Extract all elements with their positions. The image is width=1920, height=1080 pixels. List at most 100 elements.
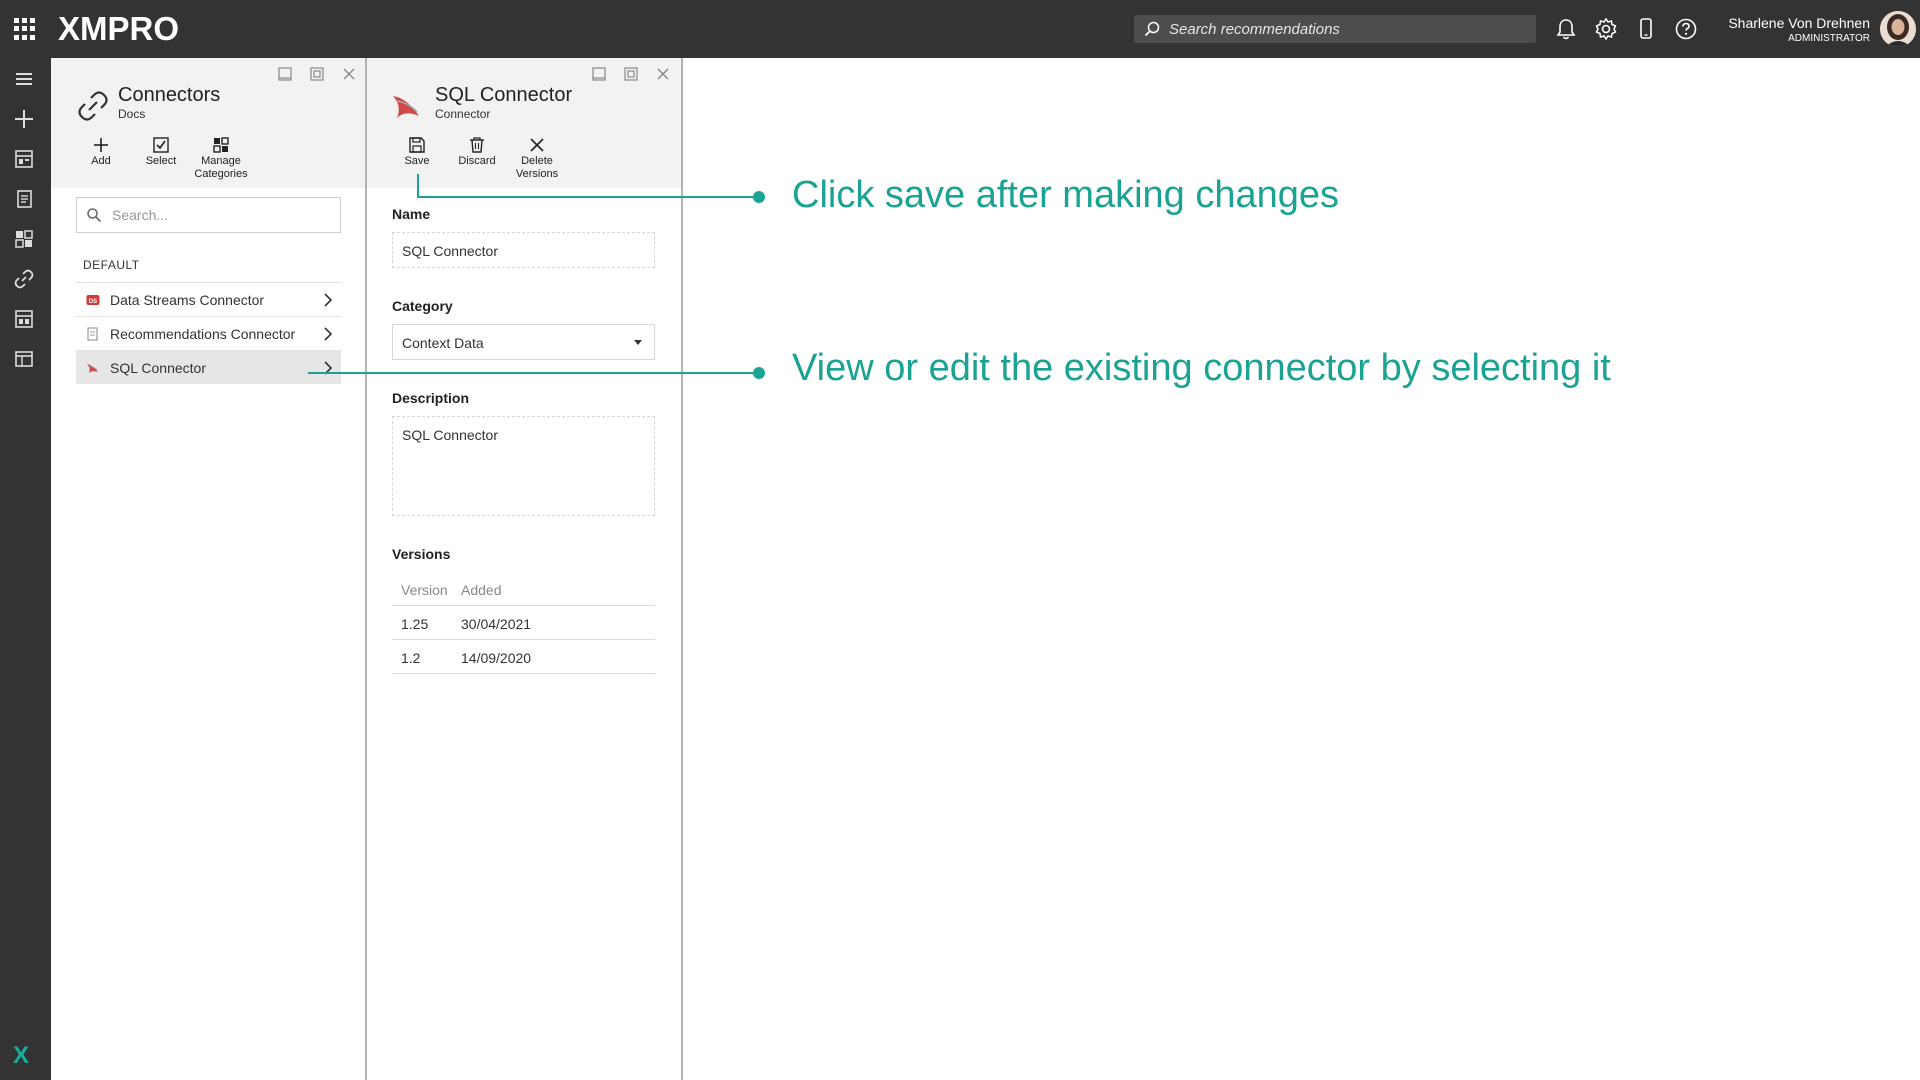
bell-icon[interactable] (1553, 16, 1579, 42)
plus-icon (94, 138, 108, 152)
app-launcher-icon[interactable] (14, 18, 36, 40)
versions-label: Versions (392, 546, 451, 562)
description-value: SQL Connector (402, 427, 498, 443)
list-item-sql-connector[interactable]: SQL Connector (76, 350, 341, 384)
search-icon (1144, 21, 1160, 37)
chevron-right-icon (324, 327, 333, 341)
select-hint-text: View or edit the existing connector by s… (792, 347, 1611, 389)
description-label: Description (392, 390, 470, 406)
svg-text:DS: DS (89, 299, 97, 305)
manage-categories-button[interactable]: Manage Categories (189, 136, 253, 181)
connector-detail-panel: SQL Connector Connector Save Discard Del… (367, 58, 683, 1080)
list-item-data-streams-connector[interactable]: DS Data Streams Connector (76, 282, 341, 316)
integration-icon[interactable] (12, 347, 36, 371)
recommendation-icon[interactable] (12, 187, 36, 211)
close-icon[interactable] (655, 66, 671, 82)
gear-icon[interactable] (1593, 16, 1619, 42)
version-column-header: Version (401, 582, 448, 598)
link-icon (78, 91, 108, 121)
data-streams-icon[interactable] (12, 307, 36, 331)
connector-search-input[interactable]: Search... (76, 197, 341, 233)
table-row[interactable]: 1.2 14/09/2020 (392, 640, 655, 674)
detail-panel-header: SQL Connector Connector Save Discard Del… (367, 58, 681, 188)
xmpro-logo[interactable]: XMPRO (58, 10, 179, 48)
list-item-label: Data Streams Connector (110, 292, 265, 308)
name-value: SQL Connector (402, 243, 498, 259)
save-label: Save (404, 155, 430, 167)
top-bar: XMPRO Search recommendations Sharlene Vo… (0, 0, 1920, 58)
save-button[interactable]: Save (385, 136, 449, 168)
close-icon[interactable] (341, 66, 357, 82)
search-placeholder: Search recommendations (1169, 21, 1340, 38)
sql-server-icon (393, 96, 419, 118)
category-select[interactable]: Context Data (392, 324, 655, 360)
search-placeholder: Search... (112, 207, 169, 223)
xmpro-brand-icon[interactable]: X (13, 1042, 29, 1070)
connectors-icon[interactable] (12, 267, 36, 291)
discard-button[interactable]: Discard (445, 136, 509, 168)
category-value: Context Data (402, 335, 484, 351)
manage-label-line1: Manage (201, 155, 241, 167)
user-name[interactable]: Sharlene Von Drehnen (1728, 15, 1870, 31)
version-cell: 1.25 (401, 616, 429, 632)
chevron-right-icon (324, 293, 333, 307)
connectors-panel-header: Connectors Docs Add Select Manage Catego… (51, 58, 365, 188)
list-item-label: SQL Connector (110, 360, 206, 376)
apps-icon[interactable] (12, 227, 36, 251)
panel-subtitle: Docs (118, 107, 146, 121)
description-field[interactable]: SQL Connector (392, 416, 655, 516)
caret-down-icon (634, 340, 642, 345)
add-button[interactable]: Add (69, 136, 133, 168)
delete-label-line1: Delete (521, 155, 553, 167)
dashboard-icon[interactable] (12, 147, 36, 171)
minimize-icon[interactable] (591, 66, 607, 82)
select-callout-line (308, 372, 759, 374)
save-callout-vertical (417, 174, 419, 197)
minimize-icon[interactable] (277, 66, 293, 82)
user-role: ADMINISTRATOR (1788, 33, 1870, 44)
added-cell: 14/09/2020 (461, 650, 532, 666)
added-cell: 30/04/2021 (461, 616, 532, 632)
menu-icon[interactable] (12, 67, 36, 91)
close-icon (530, 138, 544, 152)
save-icon (409, 137, 425, 153)
checkbox-icon (153, 137, 169, 153)
list-item-recommendations-connector[interactable]: Recommendations Connector (76, 316, 341, 350)
save-callout-dot (753, 191, 765, 203)
left-navigation: X (0, 58, 51, 1080)
list-item-label: Recommendations Connector (110, 326, 296, 342)
category-group-title: DEFAULT (83, 258, 140, 272)
panel-subtitle: Connector (435, 107, 491, 121)
plus-icon[interactable] (12, 107, 36, 131)
version-cell: 1.2 (401, 650, 421, 666)
maximize-icon[interactable] (309, 66, 325, 82)
save-callout-line (417, 196, 759, 198)
user-avatar[interactable] (1880, 11, 1916, 47)
categories-icon (213, 137, 229, 153)
sql-server-icon (87, 364, 98, 373)
table-row[interactable]: 1.25 30/04/2021 (392, 606, 655, 640)
data-streams-badge-icon: DS (86, 295, 100, 305)
category-label: Category (392, 298, 453, 314)
versions-table-header: Version Added (392, 572, 655, 606)
add-label: Add (91, 155, 111, 167)
recommendations-search[interactable]: Search recommendations (1134, 15, 1536, 43)
versions-table: Version Added 1.25 30/04/2021 1.2 14/09/… (392, 572, 655, 674)
name-label: Name (392, 206, 431, 222)
mobile-icon[interactable] (1633, 16, 1659, 42)
panel-title: Connectors (118, 84, 221, 106)
maximize-icon[interactable] (623, 66, 639, 82)
help-icon[interactable] (1673, 16, 1699, 42)
save-hint-text: Click save after making changes (792, 174, 1340, 216)
discard-label: Discard (458, 155, 496, 167)
trash-icon (470, 137, 484, 153)
select-callout-dot (753, 367, 765, 379)
name-field[interactable]: SQL Connector (392, 232, 655, 268)
manage-label-line2: Categories (194, 168, 248, 180)
select-label: Select (145, 155, 177, 167)
connectors-panel: Connectors Docs Add Select Manage Catego… (51, 58, 367, 1080)
select-button[interactable]: Select (129, 136, 193, 168)
delete-versions-button[interactable]: Delete Versions (505, 136, 569, 181)
recommendation-doc-icon (87, 327, 98, 341)
panel-title: SQL Connector (435, 84, 573, 106)
